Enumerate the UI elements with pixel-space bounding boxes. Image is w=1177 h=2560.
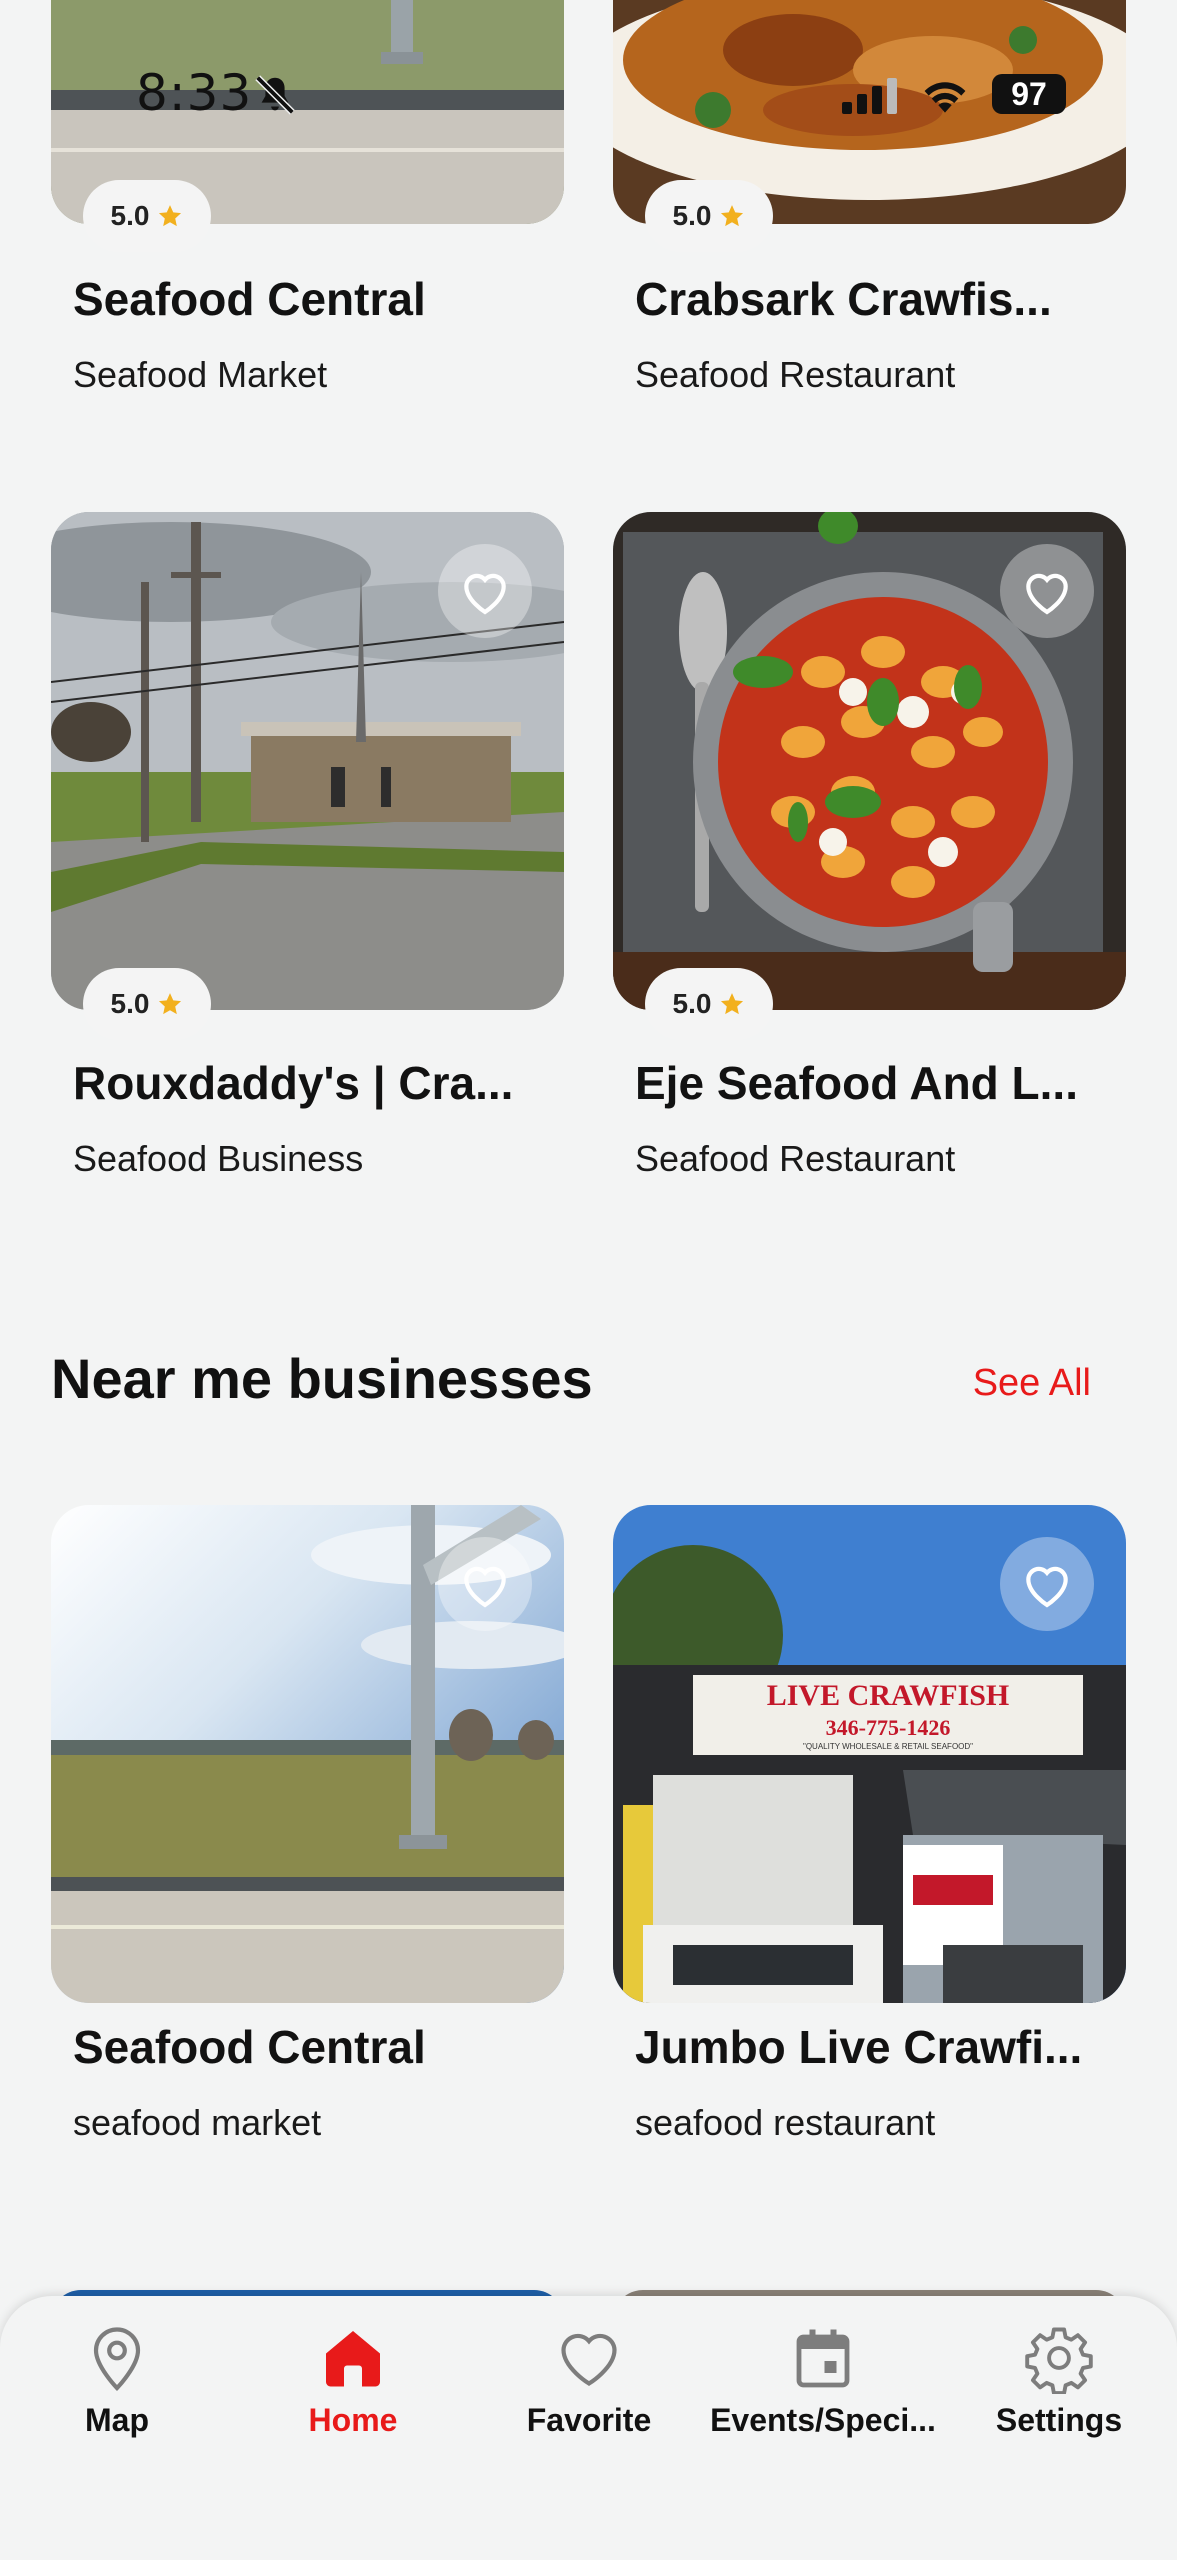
business-category: Seafood Restaurant [635,1138,956,1179]
business-photo [51,1505,564,2003]
favorite-button[interactable] [1000,544,1094,638]
rating-badge: 5.0 [645,180,773,252]
rating-badge: 5.0 [645,968,773,1040]
business-name: Crabsark Crawfis... [635,273,1052,325]
heart-icon [1026,1566,1068,1608]
business-category: Seafood Market [73,354,328,395]
nav-label: Favorite [526,2402,652,2438]
nav-item-map[interactable]: Map [7,2322,227,2439]
rating-badge: 5.0 [83,968,211,1040]
business-card[interactable]: 5.0 Eje Seafood And L... Seafood Restaur… [613,512,1126,1179]
section-title: Near me businesses [51,1347,593,1410]
business-card[interactable]: Seafood Central seafood market [51,1505,564,2143]
heart-icon [464,1566,506,1608]
business-card[interactable]: 5.0 Seafood Central Seafood Market [51,0,564,395]
favorite-button[interactable] [438,544,532,638]
sign-text: LIVE CRAWFISH [767,1679,1010,1712]
bottom-navigation: Map Home Favorite Events/Speci... Settin… [0,2296,1177,2560]
sign-phone: 346-775-1426 [826,1715,951,1740]
star-icon [159,993,182,1015]
heart-icon [1026,573,1068,615]
business-name: Seafood Central [73,273,426,325]
business-photo: LIVE CRAWFISH 346-775-1426 "QUALITY WHOL… [613,1505,1126,2003]
heart-icon [464,573,506,615]
star-icon [159,205,182,227]
rating-value: 5.0 [672,200,712,231]
nav-label: Home [308,2402,398,2438]
calendar-icon [796,2329,850,2388]
business-name: Jumbo Live Crawfi... [635,2021,1083,2073]
business-photo [51,512,564,1010]
rating-value: 5.0 [110,988,150,1019]
nav-item-settings[interactable]: Settings [949,2322,1169,2439]
business-card[interactable]: LIVE CRAWFISH 346-775-1426 "QUALITY WHOL… [613,1505,1126,2143]
nav-item-events[interactable]: Events/Speci... [710,2322,936,2439]
nav-item-favorite[interactable]: Favorite [479,2322,699,2439]
business-name: Eje Seafood And L... [635,1057,1078,1109]
nav-label: Settings [995,2402,1123,2438]
gear-icon [1025,2327,1093,2394]
star-icon [721,205,744,227]
favorite-button[interactable] [1000,1537,1094,1631]
business-category: seafood market [73,2102,322,2143]
rating-value: 5.0 [110,200,150,231]
business-name: Seafood Central [73,2021,426,2073]
business-category: Seafood Business [73,1138,364,1179]
heart-icon [561,2333,617,2386]
star-icon [721,993,744,1015]
business-category: Seafood Restaurant [635,354,956,395]
map-pin-icon [93,2327,141,2392]
business-name: Rouxdaddy's | Cra... [73,1057,514,1109]
business-photo [613,512,1126,1010]
see-all-link[interactable]: See All [973,1362,1091,1405]
business-card[interactable]: 5.0 Rouxdaddy's | Cra... Seafood Busines… [51,512,564,1179]
home-icon [326,2331,380,2387]
business-card[interactable]: 5.0 Crabsark Crawfis... Seafood Restaura… [613,0,1126,395]
favorite-button[interactable] [438,1537,532,1631]
business-category: seafood restaurant [635,2102,936,2143]
rating-value: 5.0 [672,988,712,1019]
nav-item-home[interactable]: Home [243,2322,463,2439]
rating-badge: 5.0 [83,180,211,252]
nav-label: Events/Speci... [710,2402,936,2438]
nav-label: Map [85,2402,149,2438]
sign-tagline: "QUALITY WHOLESALE & RETAIL SEAFOOD" [803,1742,973,1751]
